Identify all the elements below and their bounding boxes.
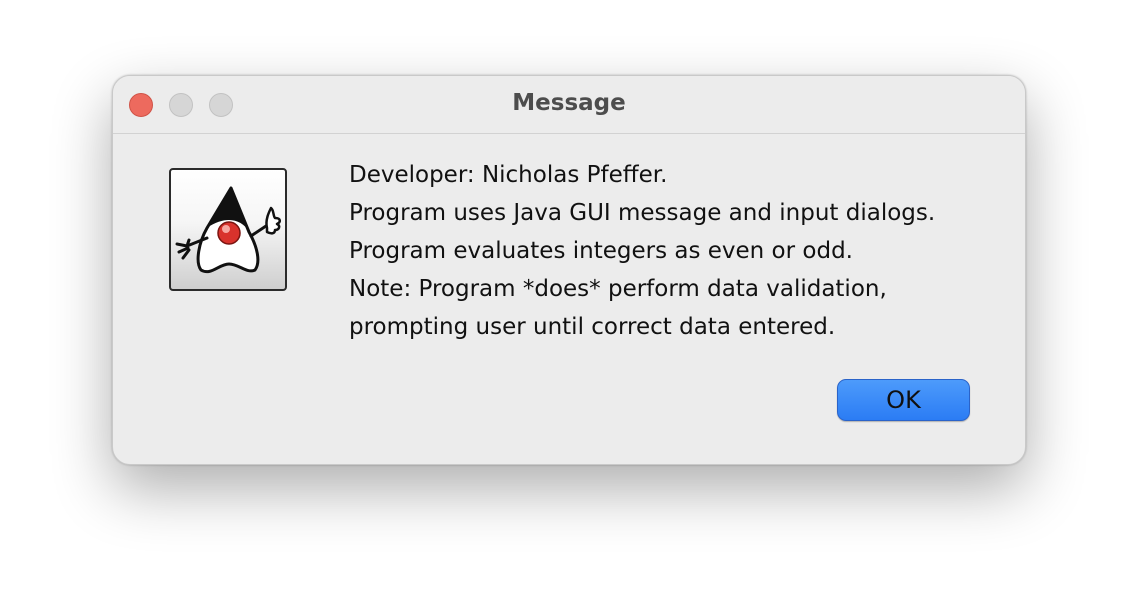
message-text: Developer: Nicholas Pfeffer. Program use… xyxy=(349,156,935,346)
message-dialog: Message Developer: Nicholas Pfeffer. Pro… xyxy=(112,75,1026,465)
window-title: Message xyxy=(512,90,626,116)
message-line: prompting user until correct data entere… xyxy=(349,314,836,340)
message-line: Developer: Nicholas Pfeffer. xyxy=(349,162,668,188)
message-line: Program uses Java GUI message and input … xyxy=(349,200,936,226)
message-line: Program evaluates integers as even or od… xyxy=(349,238,853,264)
java-duke-icon xyxy=(169,168,287,291)
title-bar[interactable]: Message xyxy=(113,76,1025,134)
ok-button[interactable]: OK xyxy=(837,379,970,421)
message-line: Note: Program *does* perform data valida… xyxy=(349,276,887,302)
